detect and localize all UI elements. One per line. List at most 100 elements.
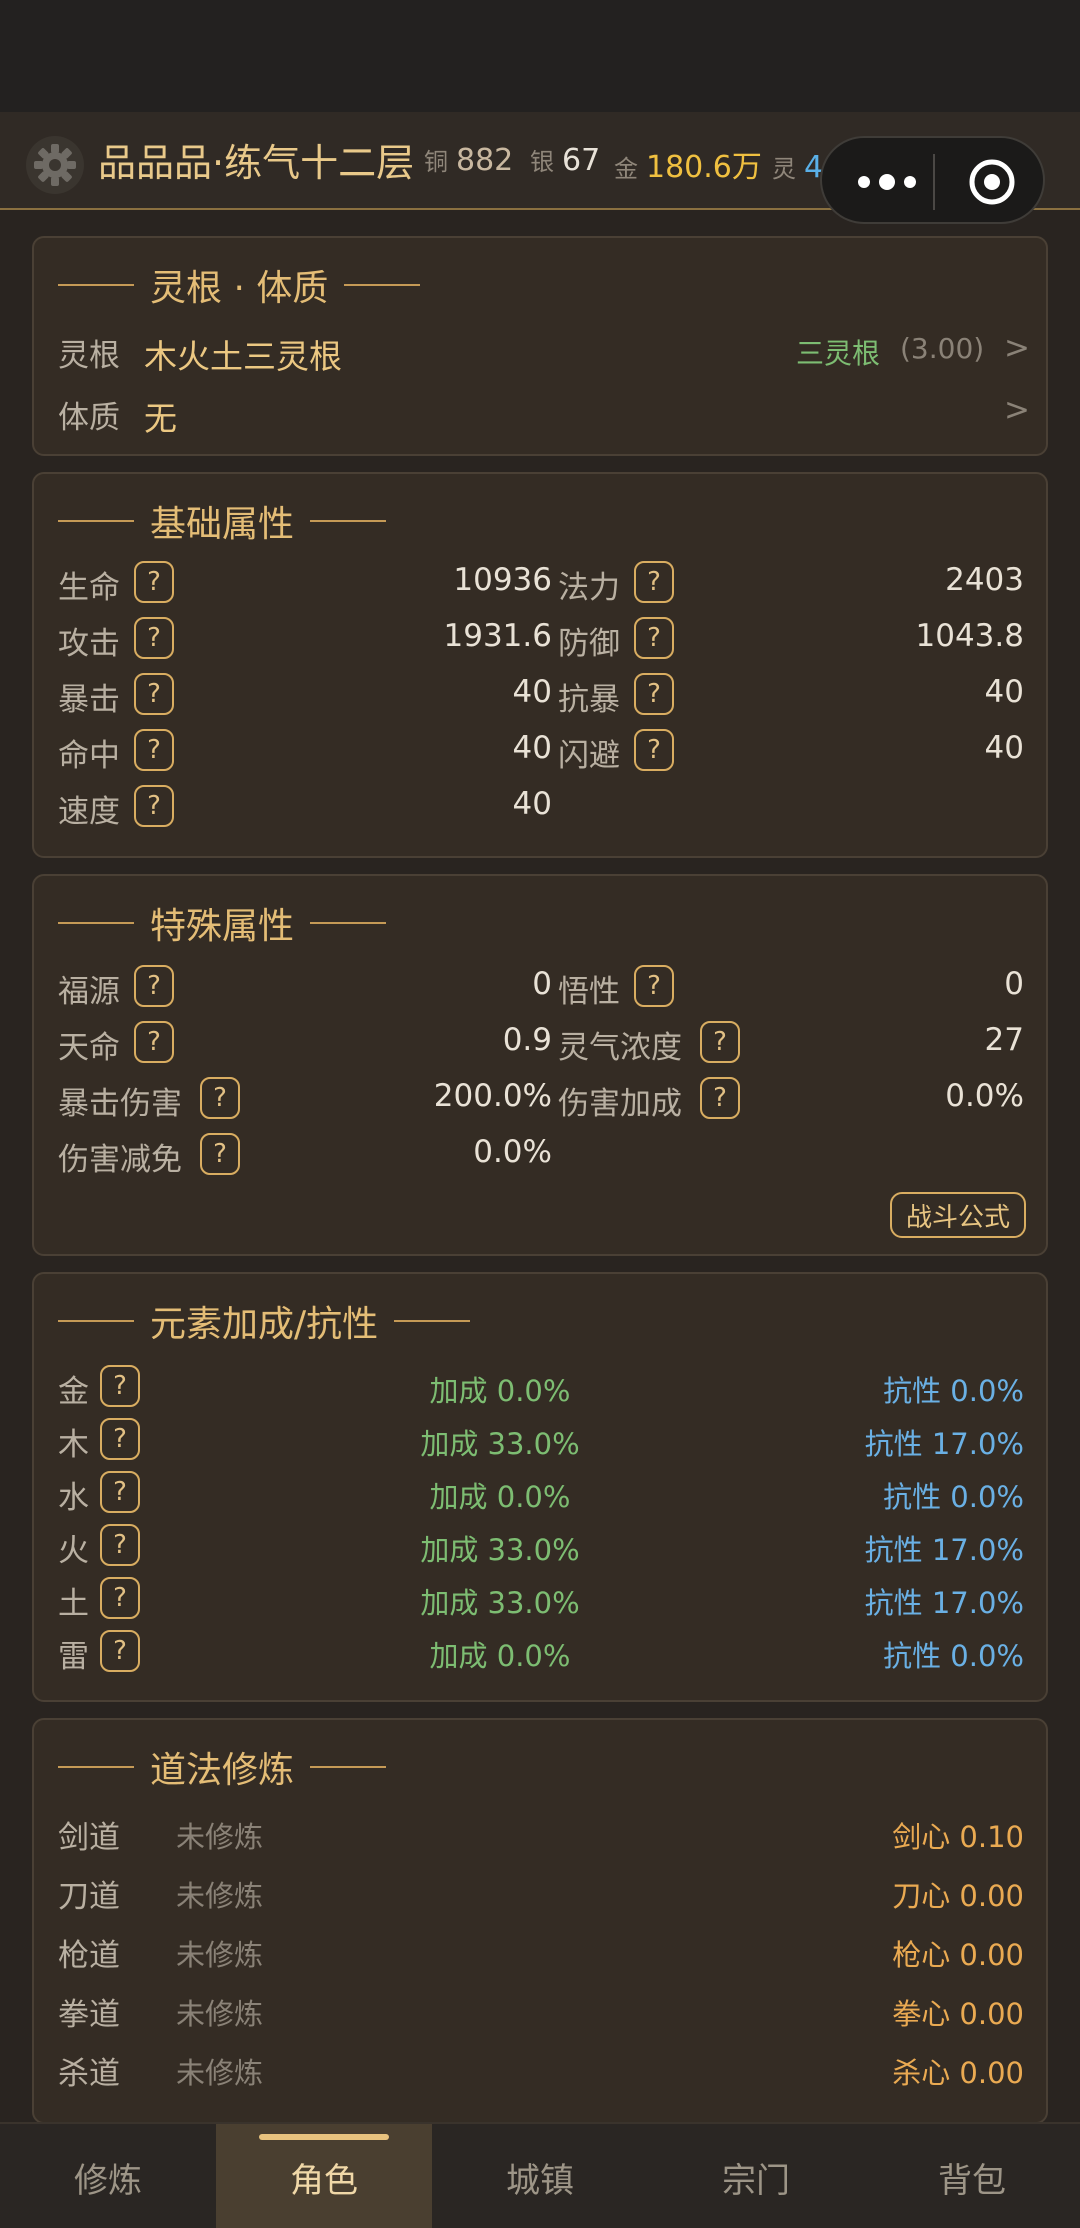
attr-value: 40	[512, 786, 552, 822]
element-resist: 抗性 17.0%	[864, 1427, 1024, 1461]
character-title: 品品品·练气十二层	[98, 141, 415, 185]
attr-label: 福源	[58, 974, 120, 1010]
dao-heart-value: 枪心 0.00	[892, 1938, 1024, 1972]
body-value: 无	[144, 399, 177, 438]
element-bonus: 加成 0.0%	[429, 1639, 571, 1673]
help-icon[interactable]: ?	[200, 1133, 240, 1175]
attr-value: 40	[512, 674, 552, 710]
dao-label: 剑道	[58, 1820, 120, 1856]
root-grade[interactable]: 三灵根	[796, 332, 880, 372]
attr-label: 天命	[58, 1030, 120, 1066]
dao-label: 枪道	[58, 1938, 120, 1974]
attr-value: 40	[512, 730, 552, 766]
attr-value: 0.9	[502, 1022, 552, 1058]
attr-label: 法力	[558, 570, 620, 606]
attr-label: 灵气浓度	[558, 1030, 682, 1066]
help-icon[interactable]: ?	[634, 617, 674, 659]
section-title: 基础属性	[58, 496, 387, 546]
element-bonus: 加成 33.0%	[420, 1586, 580, 1620]
help-icon[interactable]: ?	[100, 1524, 140, 1566]
dao-heart-value: 拳心 0.00	[892, 1997, 1024, 2031]
help-icon[interactable]: ?	[634, 729, 674, 771]
attr-value: 1043.8	[915, 618, 1024, 654]
element-label: 火	[58, 1533, 89, 1569]
root-label: 灵根	[58, 338, 120, 374]
dao-status: 未修炼	[176, 1997, 264, 2031]
help-icon[interactable]: ?	[134, 785, 174, 827]
dao-card: 道法修炼 剑道 未修炼 剑心 0.10 刀道 未修炼 刀心 0.00 枪道 未修…	[32, 1718, 1048, 2124]
attr-label: 悟性	[558, 974, 620, 1010]
attr-value: 200.0%	[433, 1078, 552, 1114]
root-score: (3.00)	[900, 332, 985, 365]
gear-icon[interactable]	[26, 136, 84, 194]
section-title: 道法修炼	[58, 1742, 387, 1792]
dao-status: 未修炼	[176, 2056, 264, 2090]
battle-formula-button[interactable]: 战斗公式	[890, 1192, 1026, 1238]
attr-value: 2403	[945, 562, 1024, 598]
dao-heart-value: 刀心 0.00	[892, 1879, 1024, 1913]
tab-cultivate[interactable]: 修炼	[0, 2124, 216, 2228]
root-value: 木火土三灵根	[144, 337, 342, 376]
attr-label: 抗暴	[558, 682, 620, 718]
miniprogram-capsule	[820, 136, 1045, 224]
help-icon[interactable]: ?	[634, 561, 674, 603]
help-icon[interactable]: ?	[100, 1630, 140, 1672]
attr-label: 暴击伤害	[58, 1086, 182, 1122]
body-label: 体质	[58, 400, 120, 436]
help-icon[interactable]: ?	[200, 1077, 240, 1119]
dao-status: 未修炼	[176, 1820, 264, 1854]
section-title: 灵根 · 体质	[58, 260, 421, 310]
help-icon[interactable]: ?	[634, 965, 674, 1007]
help-icon[interactable]: ?	[134, 729, 174, 771]
tab-bag[interactable]: 背包	[864, 2124, 1080, 2228]
element-bonus: 加成 33.0%	[420, 1427, 580, 1461]
element-label: 木	[58, 1427, 89, 1463]
element-resist: 抗性 0.0%	[883, 1480, 1024, 1514]
active-tab-indicator	[259, 2134, 389, 2140]
help-icon[interactable]: ?	[100, 1365, 140, 1407]
help-icon[interactable]: ?	[134, 673, 174, 715]
tab-label: 角色	[290, 2160, 358, 2201]
close-target-icon[interactable]	[968, 158, 1016, 206]
attr-value: 40	[984, 674, 1024, 710]
chevron-right-icon[interactable]: >	[1004, 330, 1030, 366]
chevron-right-icon[interactable]: >	[1004, 392, 1030, 428]
attr-value: 27	[984, 1022, 1024, 1058]
tab-sect[interactable]: 宗门	[648, 2124, 864, 2228]
attr-value: 10936	[453, 562, 552, 598]
attr-label: 攻击	[58, 626, 120, 662]
help-icon[interactable]: ?	[700, 1021, 740, 1063]
dao-label: 拳道	[58, 1997, 120, 2033]
element-resist: 抗性 17.0%	[864, 1533, 1024, 1567]
help-icon[interactable]: ?	[134, 617, 174, 659]
special-attributes-card: 特殊属性 福源 ? 0 悟性 ? 0 天命 ? 0.9 灵气浓度 ? 27 暴击…	[32, 874, 1048, 1256]
help-icon[interactable]: ?	[700, 1077, 740, 1119]
element-label: 土	[58, 1586, 89, 1622]
attr-label: 防御	[558, 626, 620, 662]
help-icon[interactable]: ?	[134, 561, 174, 603]
attr-label: 闪避	[558, 738, 620, 774]
attr-value: 1931.6	[443, 618, 552, 654]
element-label: 水	[58, 1480, 89, 1516]
section-title: 特殊属性	[58, 898, 387, 948]
attr-label: 伤害减免	[58, 1142, 182, 1178]
basic-attributes-card: 基础属性 生命 ? 10936 法力 ? 2403 攻击 ? 1931.6 防御…	[32, 472, 1048, 858]
attr-value: 0.0%	[945, 1078, 1024, 1114]
help-icon[interactable]: ?	[100, 1471, 140, 1513]
attr-value: 0.0%	[473, 1134, 552, 1170]
attr-label: 伤害加成	[558, 1086, 682, 1122]
help-icon[interactable]: ?	[100, 1577, 140, 1619]
tab-town[interactable]: 城镇	[432, 2124, 648, 2228]
help-icon[interactable]: ?	[634, 673, 674, 715]
tab-character[interactable]: 角色	[216, 2124, 432, 2228]
element-bonus: 加成 33.0%	[420, 1533, 580, 1567]
attr-value: 0	[1004, 966, 1024, 1002]
more-icon[interactable]	[852, 168, 922, 196]
dao-label: 刀道	[58, 1879, 120, 1915]
help-icon[interactable]: ?	[134, 965, 174, 1007]
element-label: 金	[58, 1374, 89, 1410]
help-icon[interactable]: ?	[134, 1021, 174, 1063]
help-icon[interactable]: ?	[100, 1418, 140, 1460]
attr-label: 命中	[58, 738, 120, 774]
bottom-tab-bar: 修炼 角色 城镇 宗门 背包	[0, 2122, 1080, 2228]
